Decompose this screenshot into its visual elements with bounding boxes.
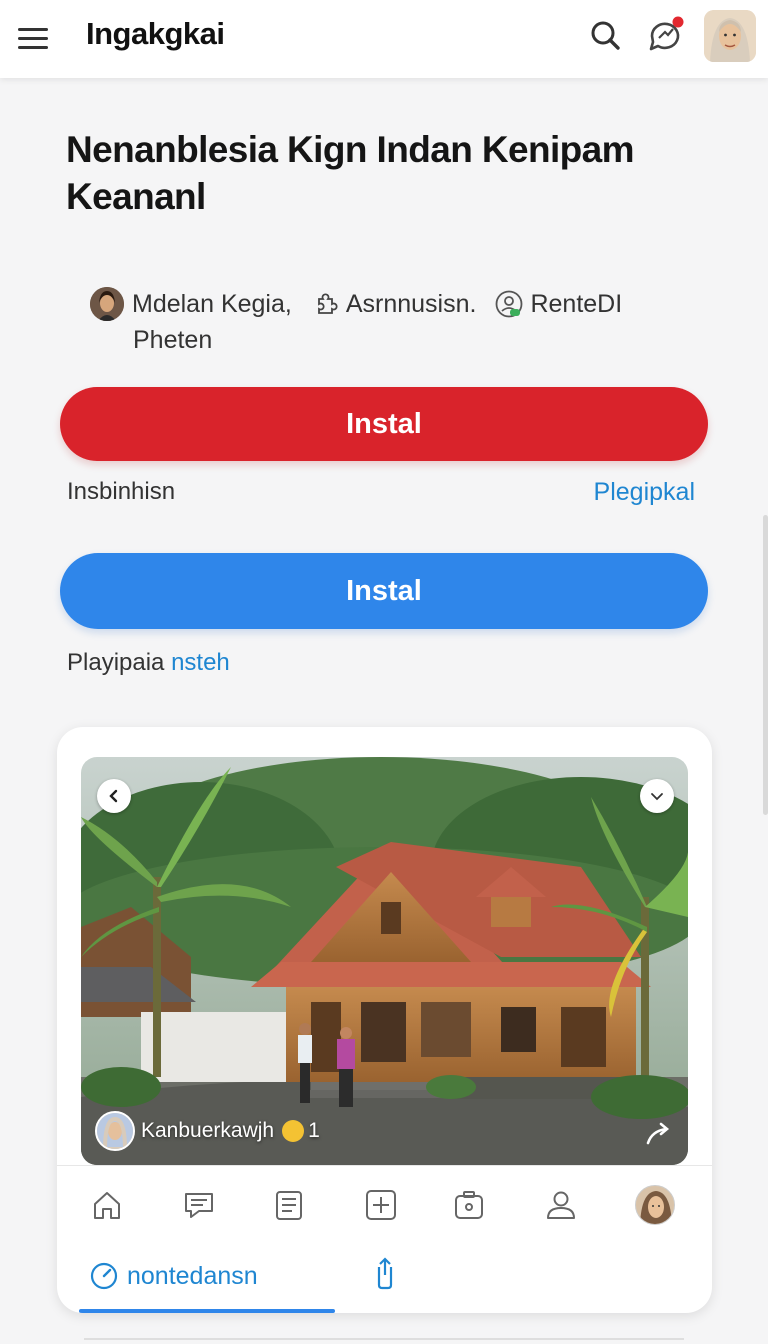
scrollbar[interactable] [763,515,768,815]
profile-status-icon [496,290,523,318]
caption-username[interactable]: Kanbuerkawjh [141,1119,274,1143]
bottom-icon-bar [57,1179,712,1235]
chevron-left-icon[interactable] [97,779,131,813]
photo-caption: Kanbuerkawjh 1 [95,1111,320,1151]
card-tabs: nontedansn [57,1239,712,1313]
install-info-row: Insbinhisn Plegipkal [67,478,695,507]
tab-label: nontedansn [127,1261,258,1290]
message-icon[interactable] [177,1183,221,1227]
gauge-icon [90,1262,118,1290]
details-link[interactable]: Plegipkal [594,478,695,507]
profile-icon[interactable] [539,1183,583,1227]
user-avatar[interactable] [704,10,756,62]
share-icon[interactable] [367,1253,403,1293]
list-icon[interactable] [267,1183,311,1227]
home-icon[interactable] [85,1183,129,1227]
puzzle-icon [317,293,338,314]
card-divider [57,1165,712,1166]
chevron-down-icon[interactable] [640,779,674,813]
article-meta: Mdelan Kegia, Asrnnusisn. RenteDI Pheten [90,286,690,358]
play-info-row: Playipaia nsteh [67,649,695,677]
bottom-divider [84,1338,684,1340]
author-name[interactable]: Mdelan Kegia, [132,286,292,322]
share-arrow-icon[interactable] [642,1117,676,1151]
install-button-secondary[interactable]: Instal [60,553,708,629]
caption-count: 1 [308,1119,320,1142]
hamburger-menu-icon[interactable] [18,20,54,56]
avatar[interactable] [633,1183,677,1227]
camera-icon[interactable] [447,1183,491,1227]
tab-nontedansn[interactable]: nontedansn [79,1239,335,1313]
chat-bubble-icon[interactable] [644,14,686,56]
author-avatar[interactable] [90,287,124,321]
app-title: Ingakgkai [86,16,225,51]
meta-subline: Pheten [133,326,213,354]
install-button-primary[interactable]: Instal [60,387,708,461]
media-card: Kanbuerkawjh 1 nontedansn [57,727,712,1313]
star-badge-icon [282,1120,305,1142]
install-info-label: Insbinhisn [67,478,176,505]
tab-underline [79,1309,335,1313]
search-icon[interactable] [586,16,626,56]
house-photo[interactable]: Kanbuerkawjh 1 [81,757,688,1165]
play-info-label: Playipaia [67,649,172,676]
add-icon[interactable] [359,1183,403,1227]
caption-avatar[interactable] [95,1111,135,1151]
category-label[interactable]: Asrnnusisn. [346,286,477,322]
top-app-bar: Ingakgkai [0,0,768,78]
status-label: RenteDI [530,290,623,318]
article-title: Nenanblesia Kign Indan Kenipam Keananl [66,129,635,217]
play-info-link[interactable]: nsteh [171,649,230,676]
